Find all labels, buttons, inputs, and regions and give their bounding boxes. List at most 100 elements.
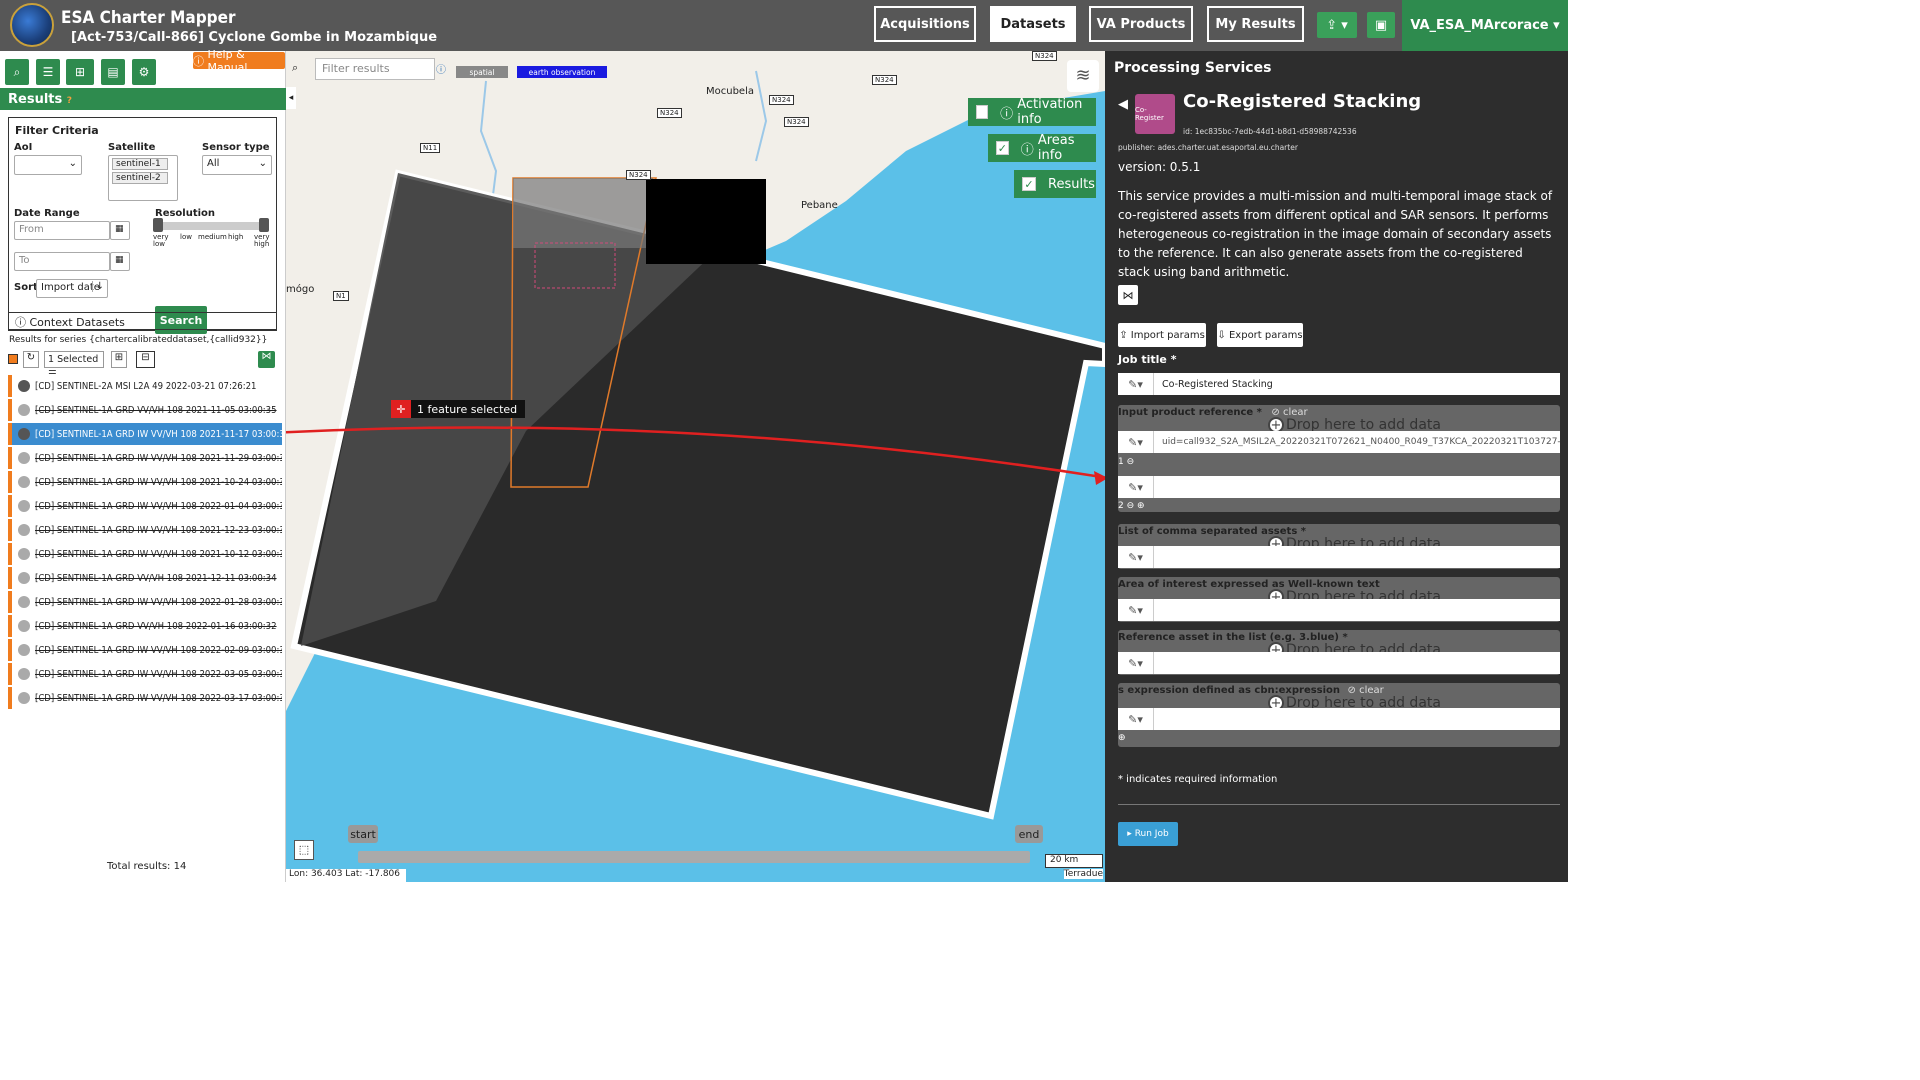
- wand-icon[interactable]: ✎▾: [1118, 708, 1154, 730]
- aoi-select[interactable]: ⌄: [14, 155, 82, 175]
- map-view[interactable]: Mocubela Pebane mógo N324 N324 N324 N324…: [286, 51, 1105, 882]
- from-date-input[interactable]: From: [14, 221, 110, 240]
- list-item[interactable]: [CD] SENTINEL-1A GRD VV/VH 108 2022-01-1…: [8, 615, 282, 637]
- areas-info-button[interactable]: ✓ ⓘ Areas info: [988, 133, 1096, 163]
- spatial-filter-tag[interactable]: spatial: [456, 66, 508, 78]
- share-icon[interactable]: ⋈: [1118, 285, 1138, 305]
- time-slider[interactable]: [358, 851, 1030, 863]
- layers-icon[interactable]: ≋: [1067, 60, 1099, 92]
- ref-asset-field[interactable]: ✎▾: [1118, 652, 1560, 674]
- expr-field[interactable]: ✎▾: [1118, 708, 1560, 730]
- list-item[interactable]: [CD] SENTINEL-1A GRD IW VV/VH 108 2022-0…: [8, 663, 282, 685]
- selected-menu[interactable]: 1 Selected ☰: [44, 351, 104, 380]
- wand-icon[interactable]: ✎▾: [1118, 599, 1154, 621]
- wand-icon[interactable]: ✎▾: [1118, 373, 1154, 395]
- results-tab[interactable]: ☰: [36, 59, 60, 85]
- list-item-label: [CD] SENTINEL-1A GRD IW VV/VH 108 2022-0…: [35, 644, 282, 656]
- activation-info-button[interactable]: ⓘ Activation info: [968, 97, 1096, 127]
- wand-icon[interactable]: ✎▾: [1118, 652, 1154, 674]
- list-item[interactable]: [CD] SENTINEL-1A GRD IW VV/VH 108 2021-1…: [8, 447, 282, 469]
- assets-field[interactable]: ✎▾: [1118, 546, 1560, 568]
- list-item[interactable]: [CD] SENTINEL-1A GRD VV/VH 108 2021-11-0…: [8, 399, 282, 421]
- list-item[interactable]: [CD] SENTINEL-1A GRD IW VV/VH 108 2022-0…: [8, 639, 282, 661]
- collapse-left-icon[interactable]: ◂: [286, 87, 296, 109]
- upload-menu-button[interactable]: ⇪ ▾: [1317, 12, 1357, 38]
- activation-info-label: Activation info: [1017, 97, 1083, 127]
- filter-results-input[interactable]: Filter results: [315, 58, 435, 80]
- context-datasets-header: ⓘ Context Datasets: [8, 312, 277, 330]
- input-ref-value: uid=call932_S2A_MSIL2A_20220321T072621_N…: [1162, 437, 1560, 447]
- results-checkbox[interactable]: ✓: [1022, 177, 1036, 191]
- satellite-tag[interactable]: sentinel-1: [112, 158, 168, 170]
- nav-my-results[interactable]: My Results: [1207, 6, 1304, 42]
- fullscreen-icon[interactable]: ⬚: [294, 840, 314, 860]
- list-item[interactable]: [CD] SENTINEL-1A GRD IW VV/VH 108 2021-1…: [8, 519, 282, 541]
- satellite-tag[interactable]: sentinel-2: [112, 172, 168, 184]
- globe-icon: [18, 620, 30, 632]
- import-params-button[interactable]: ⇪ Import params: [1118, 323, 1206, 347]
- aoi-field[interactable]: ✎▾: [1118, 599, 1560, 621]
- to-date-input[interactable]: To: [14, 252, 110, 271]
- nav-acquisitions[interactable]: Acquisitions: [874, 6, 976, 42]
- road-label: N324: [784, 117, 809, 127]
- time-end-label[interactable]: end: [1015, 825, 1043, 843]
- list-item[interactable]: [CD] SENTINEL-1A GRD IW VV/VH 108 2022-0…: [8, 591, 282, 613]
- list-item[interactable]: [CD] SENTINEL-1A GRD IW VV/VH 108 2022-0…: [8, 687, 282, 709]
- row-index: 2 ⊖ ⊕: [1118, 501, 1145, 511]
- input-product-group: Input product reference * ⊘ clear + Drop …: [1118, 405, 1560, 512]
- archive-tab[interactable]: ▤: [101, 59, 125, 85]
- refresh-icon[interactable]: ↻: [23, 351, 39, 368]
- back-icon[interactable]: ◀: [1118, 97, 1128, 112]
- remove-row-icon[interactable]: ⊖: [1127, 501, 1135, 511]
- list-item[interactable]: [CD] SENTINEL-1A GRD IW VV/VH 108 2021-1…: [8, 471, 282, 493]
- list-item[interactable]: [CD] SENTINEL-1A GRD IW VV/VH 108 2022-0…: [8, 495, 282, 517]
- job-title-input[interactable]: ✎▾ Co-Registered Stacking: [1118, 373, 1560, 395]
- list-item[interactable]: [CD] SENTINEL-1A GRD VV/VH 108 2021-12-1…: [8, 567, 282, 589]
- globe-icon: [18, 404, 30, 416]
- sort-select[interactable]: Import date ↓: [36, 279, 108, 298]
- wand-icon[interactable]: ✎▾: [1118, 431, 1154, 453]
- share-icon[interactable]: ⋈: [258, 351, 275, 368]
- wand-icon[interactable]: ✎▾: [1118, 476, 1154, 498]
- slider-handle-min[interactable]: [153, 218, 163, 232]
- list-item[interactable]: [CD] SENTINEL-2A MSI L2A 49 2022-03-21 0…: [8, 375, 282, 397]
- briefcase-icon: ▣: [1374, 17, 1388, 33]
- resolution-slider[interactable]: [153, 218, 269, 232]
- add-row-icon[interactable]: ⊕: [1118, 733, 1126, 743]
- calendar-icon[interactable]: ▦: [110, 252, 130, 271]
- activation-checkbox[interactable]: [976, 105, 989, 119]
- run-job-button[interactable]: ▸ Run Job: [1118, 822, 1178, 846]
- remove-row-icon[interactable]: ⊖: [1127, 457, 1135, 467]
- nav-datasets[interactable]: Datasets: [990, 6, 1076, 42]
- areas-checkbox[interactable]: ✓: [996, 141, 1009, 155]
- no-data-area: [646, 179, 766, 264]
- add-row-icon[interactable]: ⊕: [1137, 501, 1145, 511]
- results-layer-button[interactable]: ✓ Results: [1014, 170, 1096, 198]
- slider-handle-max[interactable]: [259, 218, 269, 232]
- search-tab[interactable]: ⌕: [5, 59, 29, 85]
- time-start-label[interactable]: start: [348, 825, 378, 843]
- calendar-icon[interactable]: ▦: [110, 221, 130, 240]
- settings-tab[interactable]: ⚙: [132, 59, 156, 85]
- list-item-label: [CD] SENTINEL-1A GRD VV/VH 108 2021-11-0…: [35, 404, 277, 416]
- list-item[interactable]: [CD] SENTINEL-1A GRD IW VV/VH 108 2021-1…: [8, 543, 282, 565]
- basket-tab[interactable]: ⊞: [66, 59, 94, 85]
- wand-icon[interactable]: ✎▾: [1118, 546, 1154, 568]
- add-basket-icon[interactable]: ⊞: [111, 351, 127, 368]
- briefcase-button[interactable]: ▣: [1367, 12, 1395, 38]
- input-ref-field-2[interactable]: ✎▾: [1118, 476, 1560, 498]
- remove-basket-icon[interactable]: ⊟: [136, 351, 155, 368]
- export-params-button[interactable]: ⇩ Export params: [1217, 323, 1303, 347]
- sensor-select[interactable]: All ⌄: [202, 155, 272, 175]
- satellite-select[interactable]: sentinel-1 sentinel-2: [108, 155, 178, 201]
- eo-filter-tag[interactable]: earth observation: [517, 66, 607, 78]
- nav-va-products[interactable]: VA Products: [1089, 6, 1193, 42]
- road-label: N324: [769, 95, 794, 105]
- list-item[interactable]: [CD] SENTINEL-1A GRD IW VV/VH 108 2021-1…: [8, 423, 282, 445]
- service-name: Co-Registered Stacking: [1183, 91, 1422, 112]
- list-item-label: [CD] SENTINEL-1A GRD VV/VH 108 2022-01-1…: [35, 620, 277, 632]
- select-all-checkbox[interactable]: [8, 354, 18, 364]
- input-ref-field[interactable]: ✎▾ uid=call932_S2A_MSIL2A_20220321T072621…: [1118, 431, 1560, 453]
- info-icon[interactable]: ⓘ: [436, 61, 448, 76]
- user-menu[interactable]: VA_ESA_MArcorace ▾: [1402, 0, 1568, 51]
